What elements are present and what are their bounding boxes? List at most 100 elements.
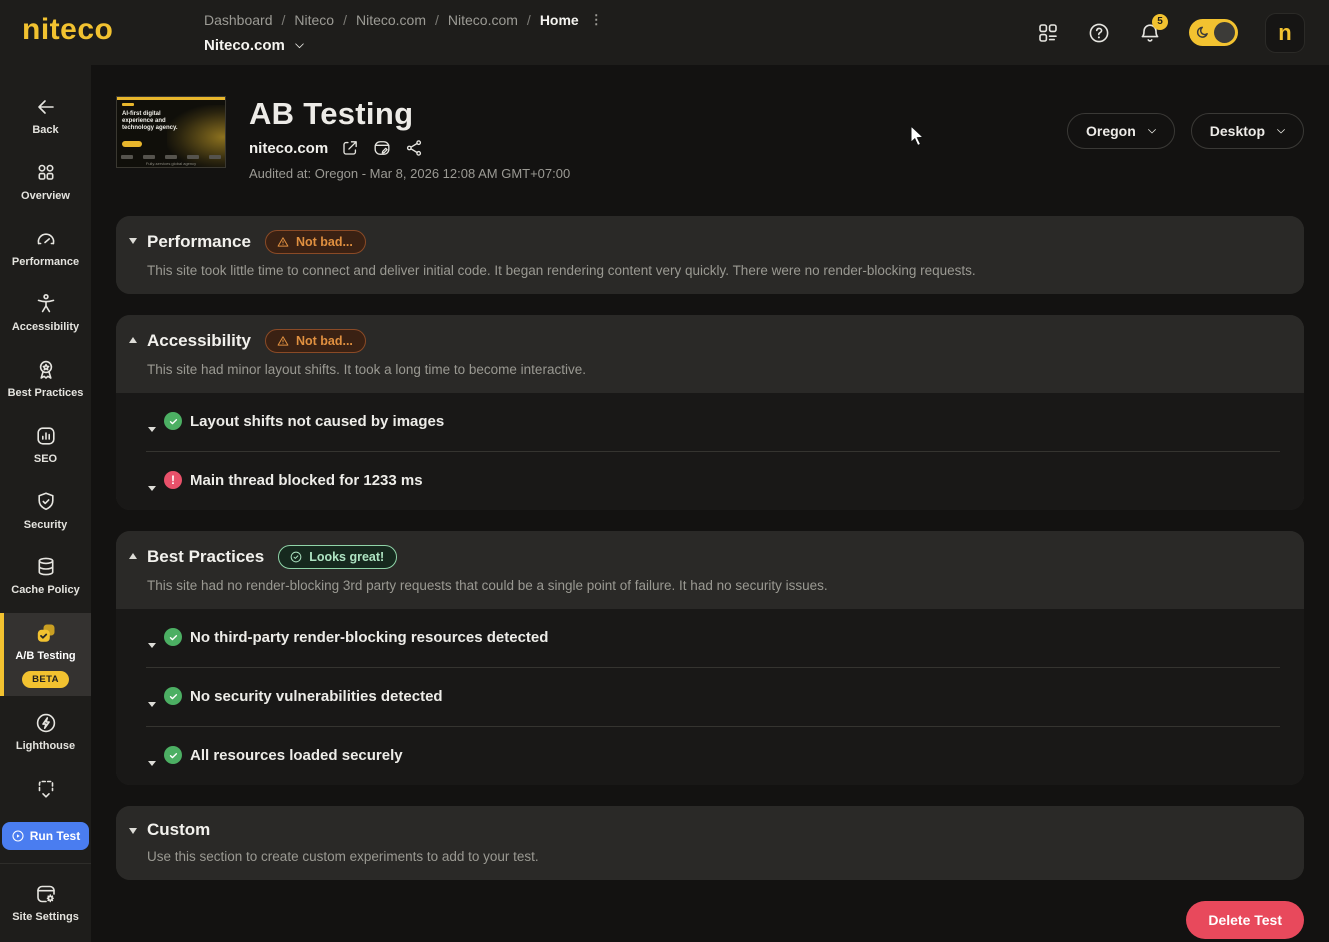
expand-triangle-icon[interactable]	[148, 761, 156, 766]
sidebar-item-label: Cache Policy	[11, 584, 80, 597]
run-test-label: Run Test	[29, 828, 81, 843]
delete-test-button[interactable]: Delete Test	[1186, 901, 1304, 939]
topbar: niteco Dashboard / Niteco / Niteco.com /…	[0, 0, 1329, 65]
run-test-button[interactable]: Run Test	[1, 821, 90, 850]
fail-exclamation-icon: !	[164, 471, 182, 489]
sidebar-item-performance[interactable]: Performance	[0, 219, 91, 278]
notification-count-badge: 5	[1152, 13, 1168, 30]
sidebar-item-label: Performance	[11, 255, 80, 268]
sidebar-item-overview[interactable]: Overview	[0, 153, 91, 212]
sidebar-item-lighthouse[interactable]: Lighthouse	[0, 703, 91, 762]
pass-check-icon	[164, 687, 182, 705]
accessibility-person-icon	[37, 294, 54, 313]
user-avatar[interactable]: n	[1265, 12, 1305, 53]
apps-grid-icon[interactable]	[1036, 21, 1060, 45]
section-description: Use this section to create custom experi…	[147, 849, 539, 864]
breadcrumb-more-icon[interactable]: ⋮	[590, 12, 603, 28]
breadcrumb-separator: /	[281, 12, 286, 28]
sidebar-item-label: Best Practices	[7, 387, 84, 399]
thumbnail-caption: Fully-services global agency	[145, 161, 197, 166]
expand-triangle-icon[interactable]	[148, 486, 156, 491]
sidebar-item-ab-testing[interactable]: A/B Testing BETA	[0, 613, 91, 696]
collapse-triangle-icon[interactable]	[129, 828, 137, 834]
region-dropdown[interactable]: Oregon	[1066, 113, 1175, 149]
section-accessibility: Accessibility Not bad... This site had m…	[116, 315, 1304, 510]
site-thumbnail[interactable]: AI-first digital experience and technolo…	[116, 96, 226, 168]
expand-triangle-icon[interactable]	[148, 643, 156, 648]
toggle-knob	[1214, 22, 1235, 43]
sidebar-item-cache-policy[interactable]: Cache Policy	[0, 547, 91, 606]
external-link-icon[interactable]	[340, 138, 360, 158]
device-dropdown-value: Desktop	[1209, 123, 1265, 139]
breadcrumb-item[interactable]: Niteco	[294, 12, 334, 28]
audit-row[interactable]: All resources loaded securely	[116, 727, 1304, 785]
sidebar-item-label: Lighthouse	[15, 739, 76, 752]
beta-badge: BETA	[22, 670, 69, 688]
site-selector-label: Niteco.com	[204, 37, 285, 54]
play-icon	[12, 829, 24, 842]
section-best-practices-header[interactable]: Best Practices Looks great! This site ha…	[116, 531, 1304, 609]
sidebar-item-back[interactable]: Back	[0, 87, 91, 146]
sidebar-item-best-practices[interactable]: Best Practices	[0, 350, 91, 409]
sidebar-item-accessibility[interactable]: Accessibility	[0, 284, 91, 343]
expand-triangle-icon[interactable]	[148, 427, 156, 432]
dark-mode-toggle[interactable]	[1189, 19, 1238, 46]
collapse-triangle-icon[interactable]	[129, 553, 137, 559]
section-custom-header[interactable]: Custom Use this section to create custom…	[116, 806, 1304, 880]
window-chevron-icon	[38, 780, 53, 798]
collapse-triangle-icon[interactable]	[129, 238, 137, 244]
overview-grid-icon	[38, 164, 54, 180]
shield-icon	[37, 491, 54, 510]
sidebar-item-security[interactable]: Security	[0, 482, 91, 541]
sidebar-item-seo[interactable]: SEO	[0, 416, 91, 475]
medal-icon	[39, 360, 52, 379]
audit-row-label: All resources loaded securely	[190, 747, 403, 764]
ab-testing-icon	[37, 624, 54, 642]
sidebar-item-label: Accessibility	[11, 321, 80, 334]
breadcrumb-item[interactable]: Dashboard	[204, 12, 273, 28]
browser-edit-icon[interactable]	[372, 138, 392, 158]
avatar-letter: n	[1278, 19, 1292, 45]
breadcrumb-separator: /	[526, 12, 531, 28]
warning-triangle-icon	[277, 336, 289, 346]
notifications-bell-icon[interactable]: 5	[1138, 13, 1168, 45]
sidebar-item-label: A/B Testing	[15, 650, 76, 662]
sidebar-collapse-panel[interactable]	[0, 769, 91, 809]
collapse-triangle-icon[interactable]	[129, 337, 137, 343]
sidebar-item-site-settings[interactable]: Site Settings	[0, 874, 91, 933]
breadcrumb-separator: /	[343, 12, 347, 28]
site-link[interactable]: niteco.com	[249, 140, 328, 157]
sidebar: Back Overview Performance Accessibility …	[0, 65, 91, 942]
section-performance-header[interactable]: Performance Not bad... This site took li…	[116, 216, 1304, 294]
breadcrumb-item[interactable]: Niteco.com	[356, 12, 426, 28]
help-icon[interactable]	[1087, 21, 1111, 45]
thumbnail-headline: AI-first digital experience and technolo…	[122, 111, 178, 131]
section-title: Best Practices	[147, 547, 265, 566]
audit-row[interactable]: No security vulnerabilities detected	[116, 668, 1304, 726]
section-performance: Performance Not bad... This site took li…	[116, 216, 1304, 294]
share-icon[interactable]	[404, 138, 424, 158]
status-badge: Not bad...	[264, 329, 366, 353]
status-badge-label: Not bad...	[295, 334, 353, 348]
device-dropdown[interactable]: Desktop	[1190, 113, 1304, 149]
breadcrumb-item[interactable]: Niteco.com	[448, 12, 518, 28]
section-description: This site had no render-blocking 3rd par…	[147, 578, 828, 593]
niteco-logo[interactable]: niteco	[22, 13, 113, 47]
thumbnail-cta	[122, 141, 142, 147]
site-selector[interactable]: Niteco.com	[204, 37, 603, 54]
section-best-practices: Best Practices Looks great! This site ha…	[116, 531, 1304, 785]
site-settings-icon	[36, 885, 55, 902]
audit-row[interactable]: ! Main thread blocked for 1233 ms	[116, 452, 1304, 510]
breadcrumb-separator: /	[435, 12, 439, 28]
section-accessibility-header[interactable]: Accessibility Not bad... This site had m…	[116, 315, 1304, 393]
audit-row[interactable]: No third-party render-blocking resources…	[116, 609, 1304, 667]
pass-check-icon	[164, 746, 182, 764]
status-badge-label: Looks great!	[309, 550, 385, 564]
audit-row-label: Layout shifts not caused by images	[190, 413, 445, 430]
section-title: Accessibility	[147, 331, 251, 350]
audit-row[interactable]: Layout shifts not caused by images	[116, 393, 1304, 451]
seo-chart-icon	[36, 427, 55, 445]
warning-triangle-icon	[277, 237, 289, 247]
expand-triangle-icon[interactable]	[148, 702, 156, 707]
sidebar-item-label: Site Settings	[12, 910, 79, 923]
